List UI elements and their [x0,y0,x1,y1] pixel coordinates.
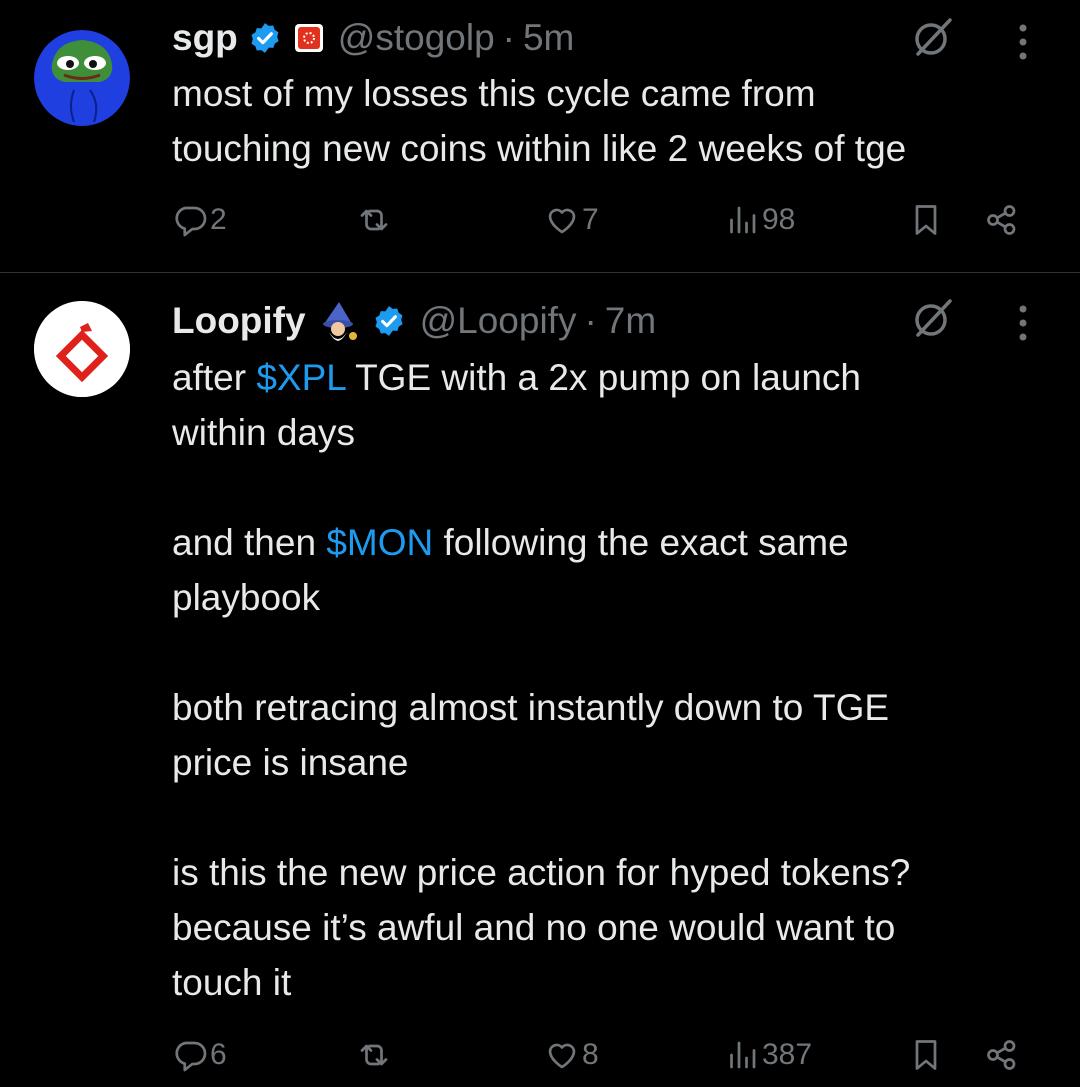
text-segment: is this the new price action for hyped t… [172,852,911,1003]
tweet-text: after $XPL TGE with a 2x pump on launch … [172,350,1042,1010]
repost-icon [360,1044,388,1066]
share-icon [987,1040,1016,1070]
bookmark-icon [915,1040,937,1070]
like-button[interactable]: 7 [544,196,599,244]
repost-button[interactable] [356,196,394,244]
share-icon [987,205,1016,235]
reply-count: 2 [210,203,227,236]
user-handle[interactable]: @stogolp [338,17,495,59]
text-segment: after [172,357,257,398]
bookmark-icon [915,205,937,235]
cashtag-link[interactable]: $XPL [256,357,345,398]
like-count: 8 [582,1038,599,1071]
reply-button[interactable]: 6 [172,1031,227,1079]
display-name[interactable]: Loopify [172,300,306,342]
timestamp[interactable]: 5m [523,17,574,59]
cashtag-link[interactable]: $MON [326,522,433,563]
tweet[interactable]: sgp @stogolp · 5m most of my losses this… [0,0,1080,273]
bookmark-button[interactable] [908,1031,944,1079]
reply-count: 6 [210,1038,227,1071]
views-chart-icon [730,1041,756,1069]
reply-icon [175,206,207,237]
share-button[interactable] [984,196,1020,244]
view-count: 98 [762,203,796,236]
views-chart-icon [730,206,756,234]
tweet-header: sgp @stogolp · 5m [172,12,574,64]
action-bar: 6 8 387 [172,1031,1032,1079]
reply-icon [175,1041,207,1072]
action-bar: 2 7 98 [172,196,1032,244]
more-options-icon[interactable] [1016,303,1030,343]
wizard-emoji-icon [322,302,357,341]
reply-button[interactable]: 2 [172,196,227,244]
avatar[interactable] [34,301,130,397]
tweet[interactable]: Loopify @Loopify · 7m after $XPL TGE wit… [0,273,1080,1087]
grok-icon[interactable] [910,14,956,60]
tweet-text: most of my losses this cycle came from t… [172,73,907,169]
bookmark-button[interactable] [908,196,944,244]
user-handle[interactable]: @Loopify [420,300,577,342]
like-button[interactable]: 8 [544,1031,599,1079]
grok-icon[interactable] [910,295,956,341]
text-segment: and then [172,522,327,563]
verified-badge-icon [375,306,403,336]
repost-icon [360,209,388,231]
views-button[interactable]: 98 [724,196,795,244]
tweet-header: Loopify @Loopify · 7m [172,295,656,347]
avatar[interactable] [34,30,130,126]
like-count: 7 [582,203,599,236]
separator-dot: · [584,300,597,341]
share-button[interactable] [984,1031,1020,1079]
heart-icon [548,1043,576,1069]
verified-badge-icon [251,23,279,53]
more-options-icon[interactable] [1016,22,1030,62]
display-name[interactable]: sgp [172,17,238,59]
text-segment: both retracing almost instantly down to … [172,687,890,783]
separator-dot: · [502,17,515,58]
views-button[interactable]: 387 [724,1031,812,1079]
timestamp[interactable]: 7m [605,300,656,342]
heart-icon [548,208,576,234]
affiliate-badge-icon [294,24,323,52]
view-count: 387 [762,1038,813,1071]
repost-button[interactable] [356,1031,394,1079]
